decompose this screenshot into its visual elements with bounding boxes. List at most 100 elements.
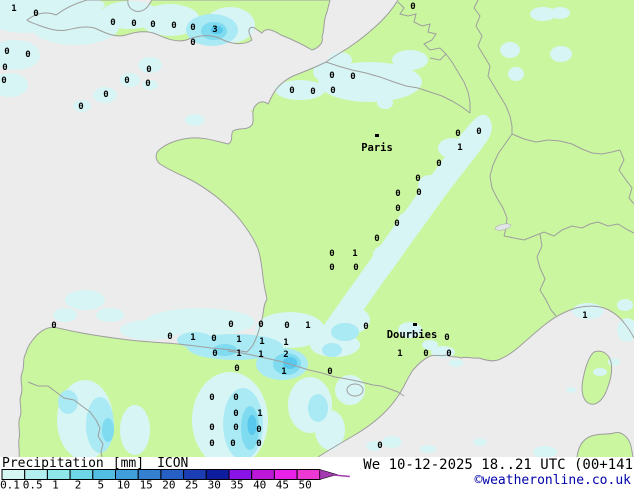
station-value: 1 bbox=[281, 367, 286, 377]
station-value: 1 bbox=[258, 350, 263, 360]
colorbar-tick-label: 20 bbox=[162, 479, 175, 490]
station-value: 0 bbox=[423, 349, 428, 359]
station-value: 0 bbox=[124, 76, 129, 86]
station-value: 0 bbox=[455, 129, 460, 139]
station-value: 0 bbox=[212, 349, 217, 359]
station-value: 3 bbox=[212, 25, 217, 35]
station-value: 0 bbox=[103, 90, 108, 100]
colorbar-tick-label: 5 bbox=[97, 479, 104, 490]
colorbar-tick-label: 15 bbox=[140, 479, 153, 490]
station-value: 1 bbox=[190, 333, 195, 343]
station-value: 0 bbox=[131, 19, 136, 29]
station-value: 0 bbox=[327, 367, 332, 377]
station-value: 0 bbox=[476, 127, 481, 137]
station-value: 0 bbox=[416, 188, 421, 198]
station-value: 0 bbox=[78, 102, 83, 112]
colorbar-tick-label: 30 bbox=[208, 479, 221, 490]
legend-bar: Precipitation [mm] ICON 0.1 0.5 1 2 5 10 15 20 2… bbox=[0, 456, 634, 490]
station-value: 0 bbox=[256, 425, 261, 435]
station-value: 0 bbox=[395, 189, 400, 199]
colorbar-tick-label: 0.5 bbox=[23, 479, 43, 490]
station-value: 0 bbox=[415, 174, 420, 184]
station-value: 0 bbox=[329, 71, 334, 81]
colorbar-tick-label: 2 bbox=[75, 479, 82, 490]
station-value: 0 bbox=[353, 263, 358, 273]
station-value: 0 bbox=[446, 349, 451, 359]
station-value: 0 bbox=[33, 9, 38, 19]
colorbar: 0.1 0.5 1 2 5 10 15 20 25 30 35 40 45 50 bbox=[0, 469, 350, 490]
colorbar-tick-label: 25 bbox=[185, 479, 198, 490]
colorbar-tick-label: 45 bbox=[276, 479, 289, 490]
station-value: 0 bbox=[171, 21, 176, 31]
station-value: 1 bbox=[283, 338, 288, 348]
station-value: 1 bbox=[259, 337, 264, 347]
station-value: 0 bbox=[289, 86, 294, 96]
station-value: 0 bbox=[145, 79, 150, 89]
station-value: 1 bbox=[457, 143, 462, 153]
station-value: 0 bbox=[1, 76, 6, 86]
island-channel-2 bbox=[213, 171, 216, 173]
colorbar-tick-label: 50 bbox=[298, 479, 311, 490]
station-value: 0 bbox=[377, 441, 382, 451]
station-value: 0 bbox=[444, 333, 449, 343]
station-value: 1 bbox=[352, 249, 357, 259]
station-value: 0 bbox=[410, 2, 415, 12]
station-value: 0 bbox=[256, 439, 261, 449]
city-label: Paris bbox=[361, 142, 393, 154]
station-value: 0 bbox=[190, 38, 195, 48]
city-label: Dourbies bbox=[387, 329, 438, 341]
city-dot bbox=[413, 323, 417, 326]
colorbar-segment bbox=[69, 469, 94, 480]
station-value: 1 bbox=[236, 349, 241, 359]
station-value: 0 bbox=[2, 63, 7, 73]
station-value: 1 bbox=[257, 409, 262, 419]
colorbar-tick-label: 10 bbox=[117, 479, 130, 490]
colorbar-segment bbox=[92, 469, 117, 480]
station-value: 0 bbox=[150, 20, 155, 30]
station-value: 0 bbox=[209, 439, 214, 449]
valid-datetime: We 10-12-2025 18..21 UTC (00+141 bbox=[363, 457, 633, 473]
station-value: 0 bbox=[329, 263, 334, 273]
station-value: 0 bbox=[25, 50, 30, 60]
station-value: 0 bbox=[110, 18, 115, 28]
city-dot bbox=[375, 134, 379, 137]
precipitation-map: 1 0 0 0 0 0 0 3 0 0 0 0 0 0 0 0 0 0 0 0 0 0 0 0 0 0 1 0 0 0 0 0 0 0 0 1 0 0 0 0… bbox=[0, 0, 634, 457]
station-value: 1 bbox=[305, 321, 310, 331]
station-value: 0 bbox=[436, 159, 441, 169]
station-value: 1 bbox=[582, 311, 587, 321]
station-value: 0 bbox=[234, 364, 239, 374]
station-value: 0 bbox=[167, 332, 172, 342]
station-value: 1 bbox=[11, 4, 16, 14]
weather-map-screenshot: 1000000300000000000000000010000000010000… bbox=[0, 0, 634, 490]
station-value: 0 bbox=[363, 322, 368, 332]
station-value: 0 bbox=[258, 320, 263, 330]
station-value: 0 bbox=[374, 234, 379, 244]
station-value: 0 bbox=[330, 86, 335, 96]
colorbar-tick-label: 1 bbox=[52, 479, 59, 490]
station-value: 2 bbox=[283, 350, 288, 360]
station-value: 0 bbox=[233, 409, 238, 419]
station-value: 1 bbox=[236, 335, 241, 345]
station-value: 0 bbox=[329, 249, 334, 259]
station-value: 0 bbox=[230, 439, 235, 449]
colorbar-segment bbox=[46, 469, 71, 480]
station-value: 0 bbox=[51, 321, 56, 331]
station-value: 0 bbox=[209, 393, 214, 403]
station-value: 0 bbox=[190, 23, 195, 33]
station-value: 0 bbox=[350, 72, 355, 82]
station-value: 0 bbox=[233, 423, 238, 433]
station-value: 1 bbox=[397, 349, 402, 359]
station-value: 0 bbox=[310, 87, 315, 97]
station-value: 0 bbox=[284, 321, 289, 331]
colorbar-tick-label: 40 bbox=[253, 479, 266, 490]
copyright-link[interactable]: ©weatheronline.co.uk bbox=[474, 473, 631, 488]
station-value: 0 bbox=[211, 334, 216, 344]
station-value: 0 bbox=[394, 219, 399, 229]
colorbar-tick-label: 35 bbox=[230, 479, 243, 490]
colorbar-tick-label: 0.1 bbox=[0, 479, 20, 490]
island-channel-1 bbox=[206, 156, 209, 158]
station-value: 0 bbox=[4, 47, 9, 57]
colorbar-arrow-tail bbox=[333, 474, 350, 478]
station-value: 0 bbox=[233, 393, 238, 403]
station-value: 0 bbox=[395, 204, 400, 214]
